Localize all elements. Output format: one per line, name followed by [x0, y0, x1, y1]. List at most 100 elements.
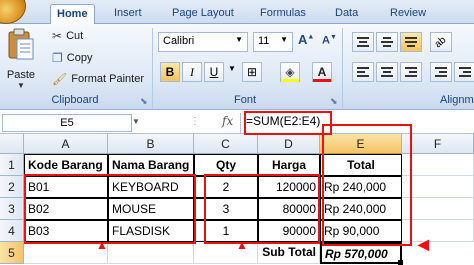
clipboard-launcher-icon[interactable]: ⬊ — [140, 96, 148, 107]
copy-label: Copy — [66, 52, 93, 64]
chevron-down-icon[interactable]: ▼ — [132, 117, 140, 126]
cut-button[interactable]: ✂ Cut — [52, 29, 83, 43]
chevron-down-icon: ▼ — [235, 35, 243, 44]
orientation-button[interactable]: ab — [430, 32, 452, 52]
font-color-swatch — [313, 79, 331, 82]
paste-icon — [8, 28, 34, 60]
increase-indent-button[interactable] — [454, 62, 474, 82]
formula-divider — [240, 113, 241, 133]
cell-e1[interactable]: Total — [320, 154, 402, 176]
tab-page-layout[interactable]: Page Layout — [166, 4, 240, 24]
clipboard-group-label: Clipboard — [51, 94, 99, 106]
cell-b4[interactable]: FLASDISK — [108, 220, 194, 242]
chevron-down-icon[interactable]: ▼ — [228, 64, 236, 73]
cell-d5[interactable]: Sub Total — [240, 242, 320, 264]
cell-e2[interactable]: Rp 240,000 — [320, 176, 402, 198]
format-painter-button[interactable]: 🖌 Format Painter — [52, 72, 144, 86]
format-painter-label: Format Painter — [71, 73, 144, 85]
cell-e5-selected[interactable]: Rp 570,000 — [320, 242, 402, 264]
office-button[interactable] — [0, 0, 26, 24]
font-launcher-icon[interactable]: ⬊ — [330, 96, 338, 107]
formula-input[interactable]: =SUM(E2:E4) — [246, 114, 320, 128]
ribbon: Paste ▼ ✂ Cut ❐ Copy 🖌 Format Painter Cl… — [0, 24, 474, 110]
column-header-b[interactable]: B — [108, 134, 194, 154]
cell-a1[interactable]: Kode Barang — [24, 154, 108, 176]
column-header-a[interactable]: A — [24, 134, 108, 154]
align-bottom-button[interactable] — [400, 32, 422, 52]
paste-dropdown-icon[interactable]: ▼ — [6, 81, 36, 90]
cell-e4[interactable]: Rp 90,000 — [320, 220, 402, 242]
font-size-combo[interactable]: 11 ▼ — [253, 32, 293, 52]
cell-f4[interactable] — [402, 220, 474, 242]
cell-b3[interactable]: MOUSE — [108, 198, 194, 220]
row-header-3[interactable]: 3 — [0, 198, 24, 220]
cell-c1[interactable]: Qty — [194, 154, 258, 176]
row-header-5[interactable]: 5 — [0, 242, 24, 264]
column-header-e[interactable]: E — [320, 134, 402, 154]
row-header-4[interactable]: 4 — [0, 220, 24, 242]
align-middle-button[interactable] — [376, 32, 398, 52]
row-header-2[interactable]: 2 — [0, 176, 24, 198]
paintbrush-icon: 🖌 — [52, 72, 68, 86]
align-right-button[interactable] — [400, 62, 422, 82]
cell-f3[interactable] — [402, 198, 474, 220]
arrow-up-icon: ▲ — [236, 238, 248, 252]
cell-a2[interactable]: B01 — [24, 176, 108, 198]
paste-label: Paste — [6, 69, 36, 81]
copy-button[interactable]: ❐ Copy — [52, 51, 92, 65]
bold-button[interactable]: B — [160, 62, 180, 82]
tab-review[interactable]: Review — [384, 4, 432, 24]
cell-d2[interactable]: 120000 — [258, 176, 320, 198]
insert-function-icon[interactable]: fx — [222, 114, 233, 128]
orientation-icon: ab — [433, 34, 449, 50]
tab-insert[interactable]: Insert — [108, 4, 148, 24]
alignment-group-label: Alignm — [440, 94, 474, 106]
paint-bucket-icon: ◈ — [285, 65, 295, 79]
align-left-button[interactable] — [352, 62, 374, 82]
tab-home[interactable]: Home — [50, 4, 95, 24]
italic-button[interactable]: I — [182, 62, 202, 82]
row-header-1[interactable]: 1 — [0, 154, 24, 176]
column-header-f[interactable]: F — [402, 134, 474, 154]
cell-e3[interactable]: Rp 240,000 — [320, 198, 402, 220]
cell-f2[interactable] — [402, 176, 474, 198]
cell-a3[interactable]: B02 — [24, 198, 108, 220]
name-box[interactable]: E5 — [2, 114, 132, 132]
cut-label: Cut — [66, 30, 84, 42]
paste-button[interactable]: Paste ▼ — [6, 28, 42, 90]
borders-button[interactable]: ⊞ — [242, 62, 262, 82]
cell-c3[interactable]: 3 — [194, 198, 258, 220]
font-name-value: Calibri — [163, 35, 195, 47]
copy-icon: ❐ — [52, 51, 63, 65]
cell-b2[interactable]: KEYBOARD — [108, 176, 194, 198]
cell-d1[interactable]: Harga — [258, 154, 320, 176]
cell-b1[interactable]: Nama Barang — [108, 154, 194, 176]
cell-c4[interactable]: 1 — [194, 220, 258, 242]
arrow-up-icon: ▲ — [96, 238, 108, 252]
formula-bar-grip-icon: ⋮ — [190, 116, 200, 127]
align-top-button[interactable] — [352, 32, 374, 52]
worksheet-grid: A B C D E F 1 2 3 4 5 Kode Barang Nama B… — [0, 124, 474, 265]
annotation-connector — [332, 124, 412, 126]
cell-d4[interactable]: 90000 — [258, 220, 320, 242]
decrease-indent-button[interactable] — [430, 62, 452, 82]
cell-b5[interactable] — [108, 242, 194, 264]
formula-bar: E5 ▼ ⋮ fx =SUM(E2:E4) — [0, 112, 474, 134]
tab-data[interactable]: Data — [329, 4, 364, 24]
cell-f1[interactable] — [402, 154, 474, 176]
cell-d3[interactable]: 80000 — [258, 198, 320, 220]
shrink-font-icon[interactable]: A▼ — [322, 34, 337, 47]
fill-handle[interactable] — [398, 260, 403, 265]
select-all-corner[interactable] — [0, 134, 24, 154]
underline-button[interactable]: U — [204, 62, 224, 82]
chevron-down-icon: ▼ — [280, 35, 288, 44]
align-center-button[interactable] — [376, 62, 398, 82]
column-header-c[interactable]: C — [194, 134, 258, 154]
grow-font-icon[interactable]: A▲ — [298, 32, 314, 47]
column-header-d[interactable]: D — [258, 134, 320, 154]
cell-c2[interactable]: 2 — [194, 176, 258, 198]
tab-formulas[interactable]: Formulas — [254, 4, 312, 24]
group-divider — [342, 28, 343, 108]
font-name-combo[interactable]: Calibri ▼ — [158, 32, 248, 52]
fill-color-swatch — [281, 79, 299, 82]
